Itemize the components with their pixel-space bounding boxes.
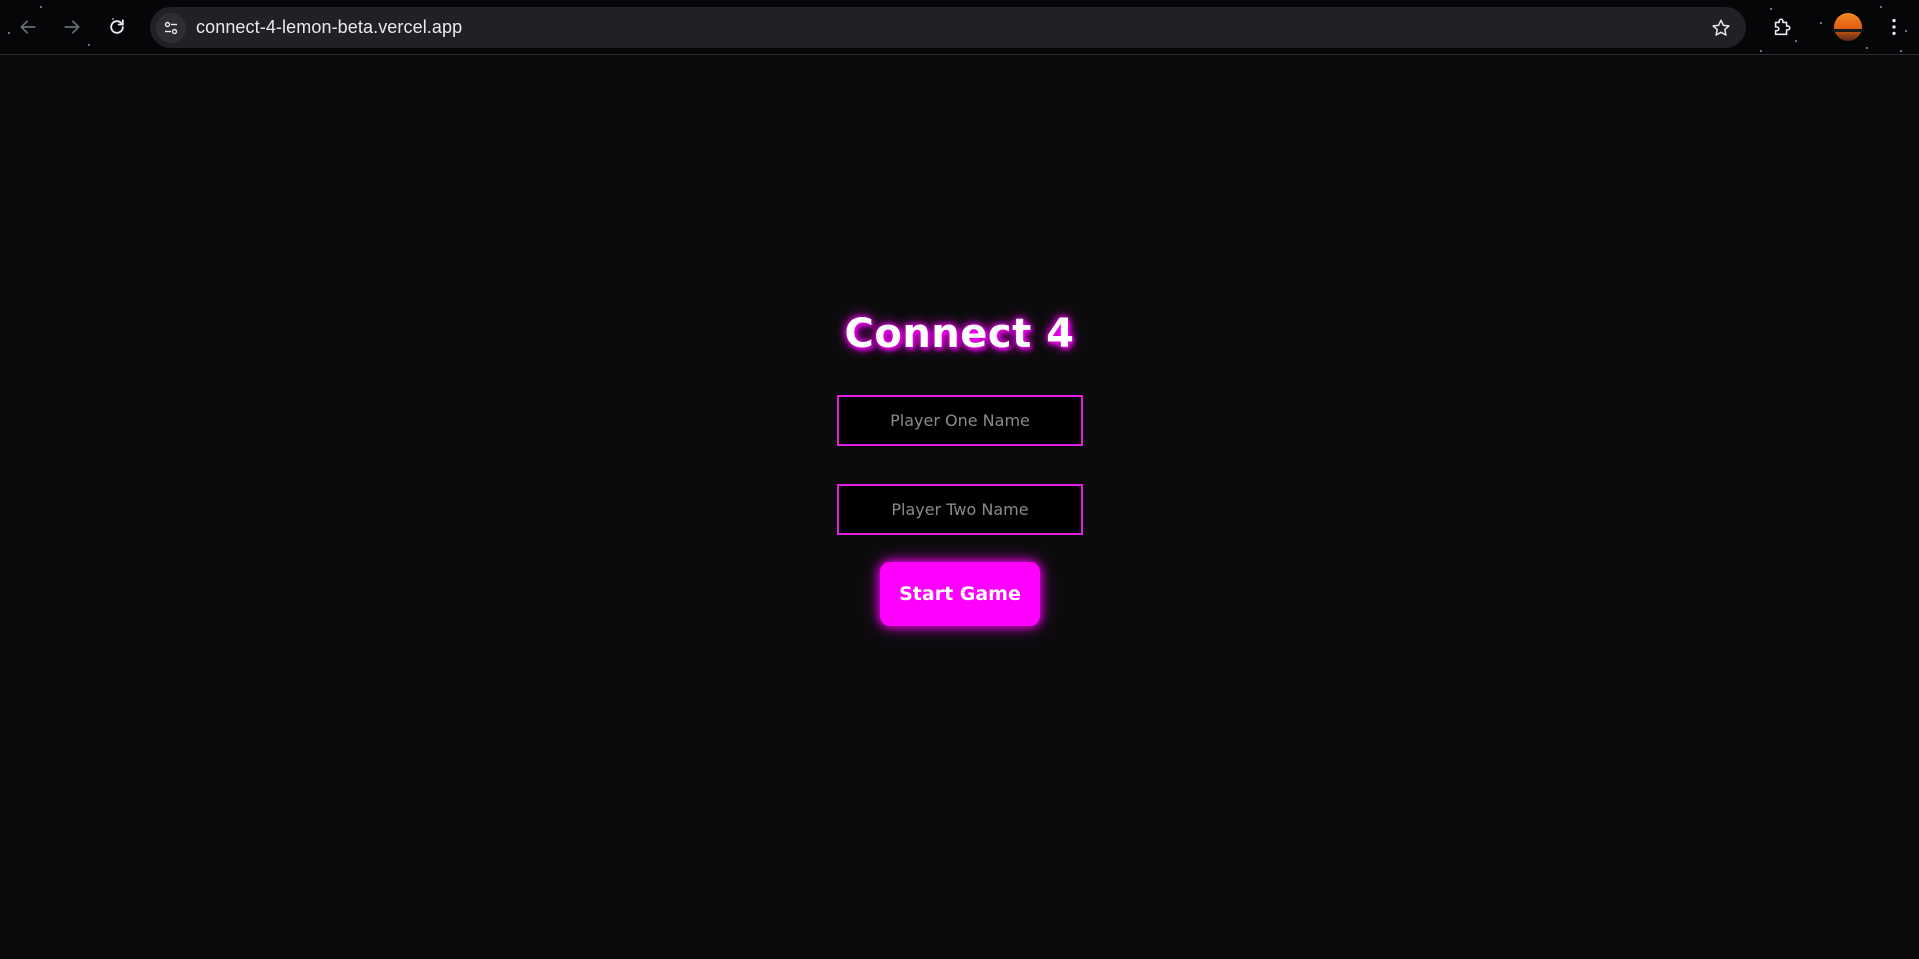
address-bar[interactable]: connect-4-lemon-beta.vercel.app [150, 7, 1746, 48]
reload-icon [110, 19, 124, 34]
bookmark-star-icon[interactable] [1710, 17, 1732, 39]
browser-toolbar: connect-4-lemon-beta.vercel.app [0, 0, 1919, 55]
background-star [8, 32, 10, 34]
background-star [1760, 50, 1762, 52]
player-one-name-input[interactable] [837, 395, 1083, 446]
site-info-button[interactable] [156, 12, 186, 43]
kebab-menu-icon [1892, 18, 1896, 36]
forward-button[interactable] [57, 12, 87, 42]
page-title: Connect 4 [844, 311, 1075, 357]
profile-avatar[interactable] [1834, 13, 1862, 41]
extensions-icon [1774, 18, 1791, 36]
background-star [1820, 22, 1822, 24]
extensions-button[interactable] [1767, 12, 1797, 42]
back-arrow-icon [20, 20, 36, 34]
background-star [88, 44, 90, 46]
background-star [1866, 47, 1868, 49]
browser-menu-button[interactable] [1879, 12, 1909, 42]
site-info-icon [164, 21, 178, 34]
player-two-name-input[interactable] [837, 484, 1083, 535]
background-star [1880, 6, 1882, 8]
reload-button[interactable] [102, 12, 132, 42]
forward-arrow-icon [64, 20, 80, 34]
back-button[interactable] [13, 12, 43, 42]
url-text[interactable]: connect-4-lemon-beta.vercel.app [196, 17, 462, 38]
start-game-button[interactable]: Start Game [880, 562, 1040, 626]
background-star [1900, 50, 1902, 52]
background-star [40, 6, 42, 8]
background-star [1770, 8, 1772, 10]
